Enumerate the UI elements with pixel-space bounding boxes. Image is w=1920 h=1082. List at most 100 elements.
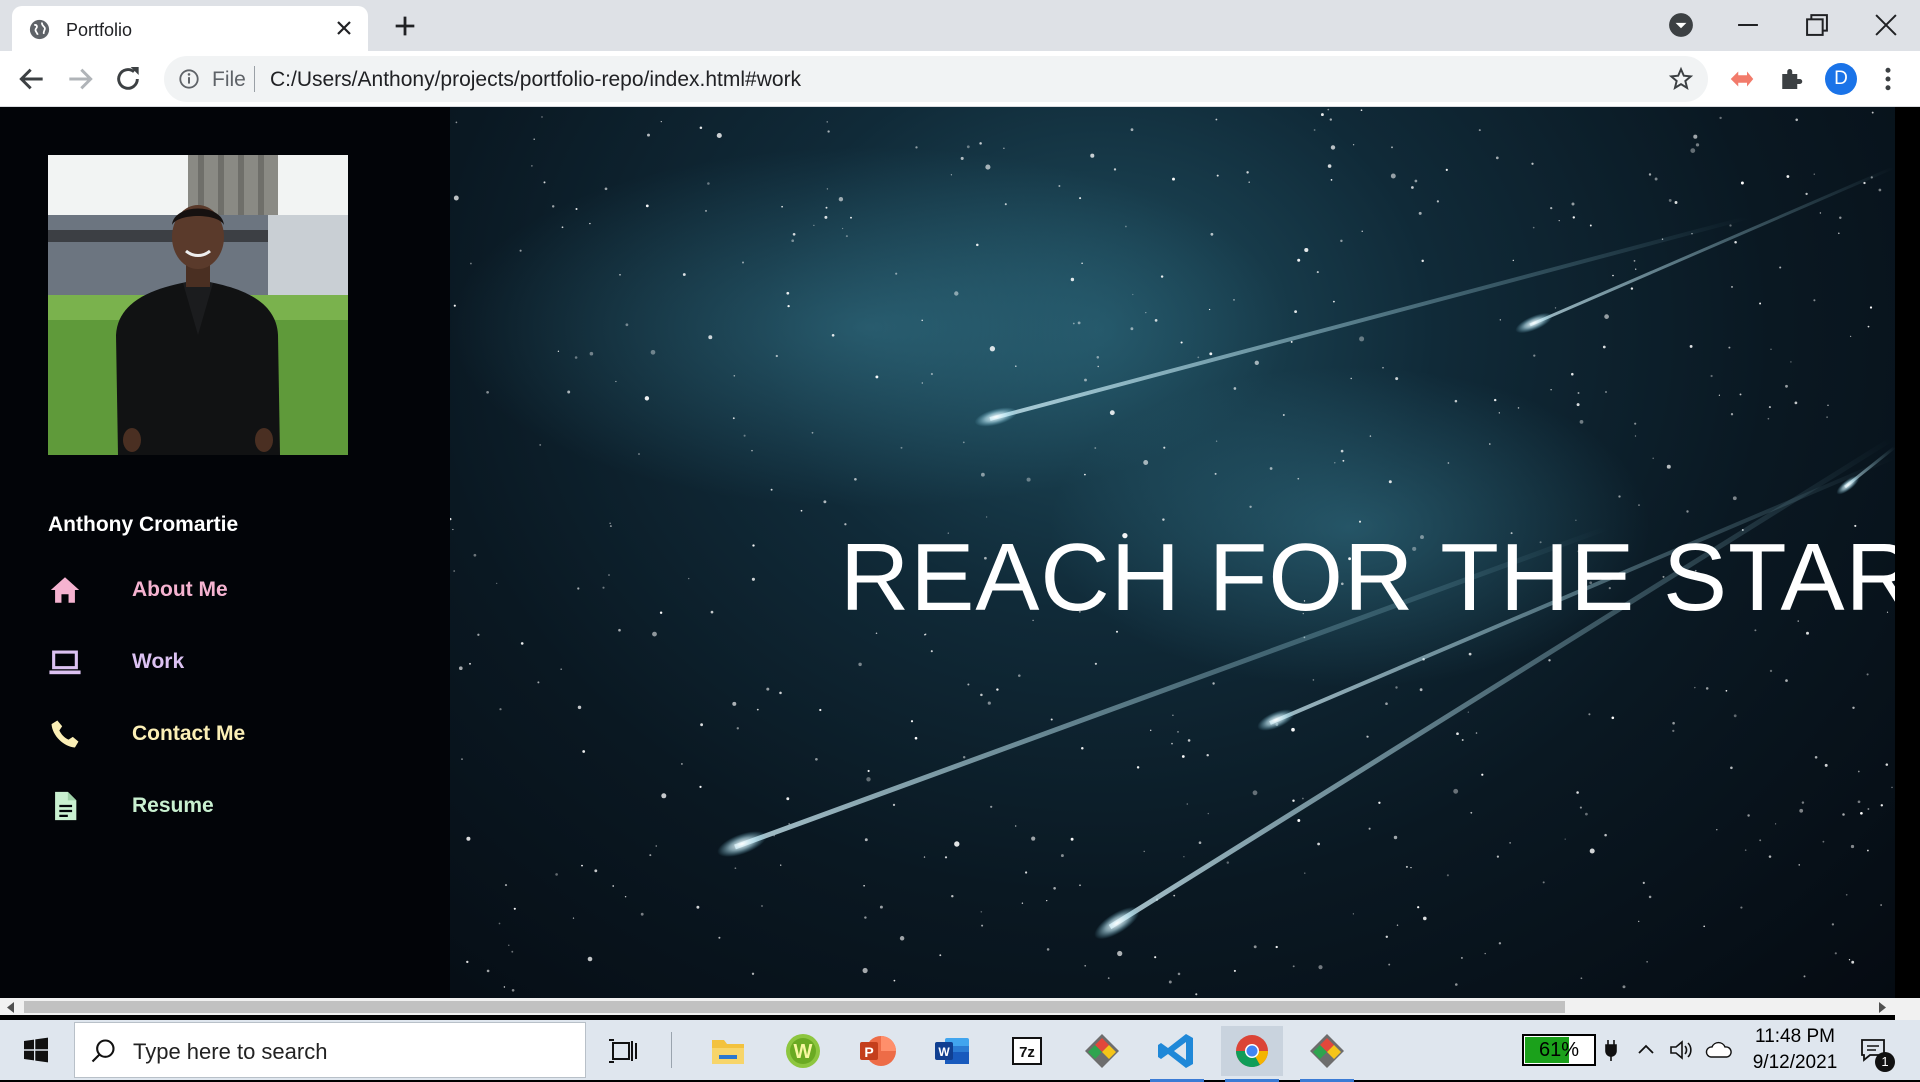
star xyxy=(1731,286,1733,288)
star xyxy=(1143,460,1149,465)
star xyxy=(1850,844,1855,849)
star xyxy=(1216,174,1219,177)
forward-arrow-icon[interactable] xyxy=(64,63,96,95)
star xyxy=(1215,118,1218,121)
power-plug-icon[interactable] xyxy=(1604,1038,1618,1062)
nav-item-contact-me[interactable]: Contact Me xyxy=(48,711,408,761)
star xyxy=(786,291,790,295)
battery-indicator[interactable]: 61% xyxy=(1522,1034,1596,1066)
star xyxy=(680,762,683,765)
wps-writer-icon[interactable]: W xyxy=(772,1026,834,1076)
nav-label-contact-me[interactable]: Contact Me xyxy=(132,722,245,746)
scroll-right-arrow-icon[interactable] xyxy=(1879,1002,1887,1013)
star xyxy=(707,182,710,185)
url-text[interactable]: C:/Users/Anthony/projects/portfolio-repo… xyxy=(270,68,801,92)
tab-strip: Portfolio xyxy=(0,0,1920,51)
close-window-icon[interactable] xyxy=(1869,8,1903,42)
minimize-icon[interactable] xyxy=(1731,8,1765,42)
onedrive-cloud-icon[interactable] xyxy=(1705,1038,1733,1062)
star xyxy=(1046,948,1050,951)
extensions-puzzle-icon[interactable] xyxy=(1776,64,1806,94)
horizontal-scrollbar[interactable] xyxy=(0,998,1895,1015)
nav-item-work[interactable]: Work xyxy=(48,639,408,689)
star xyxy=(1638,504,1640,506)
star xyxy=(1177,731,1179,733)
star xyxy=(1393,835,1398,840)
star xyxy=(1246,171,1249,174)
taskbar-separator xyxy=(671,1032,672,1068)
star xyxy=(705,209,707,212)
menu-kebab-icon[interactable] xyxy=(1873,64,1903,94)
star xyxy=(1826,416,1828,419)
clock-time[interactable]: 11:48 PM xyxy=(1740,1026,1850,1048)
star xyxy=(985,516,988,518)
star xyxy=(589,351,594,356)
star xyxy=(647,133,650,137)
nav-label-resume[interactable]: Resume xyxy=(132,794,214,818)
star xyxy=(827,130,830,133)
star xyxy=(615,380,617,383)
star xyxy=(751,449,753,452)
star xyxy=(863,885,865,887)
restore-icon[interactable] xyxy=(1800,8,1834,42)
star xyxy=(1729,224,1732,227)
word-icon[interactable]: W xyxy=(921,1026,983,1076)
profile-photo xyxy=(48,155,348,455)
back-arrow-icon[interactable] xyxy=(16,63,48,95)
horizontal-scrollbar-thumb[interactable] xyxy=(24,1001,1565,1013)
nav-item-about-me[interactable]: About Me xyxy=(48,567,408,617)
git-gui-icon[interactable] xyxy=(1071,1026,1133,1076)
star xyxy=(980,693,983,697)
close-tab-icon[interactable] xyxy=(332,16,356,40)
star xyxy=(604,187,608,191)
extension-cast-icon[interactable] xyxy=(1727,64,1757,94)
star xyxy=(732,417,735,420)
file-explorer-icon[interactable] xyxy=(697,1026,759,1076)
tab-search-icon[interactable] xyxy=(1668,12,1694,38)
star xyxy=(486,969,490,973)
star xyxy=(560,668,563,671)
clock-date[interactable]: 9/12/2021 xyxy=(1740,1052,1850,1074)
chevron-up-icon[interactable] xyxy=(1636,1040,1656,1060)
star xyxy=(1340,449,1344,453)
star xyxy=(1388,480,1392,484)
star xyxy=(1445,168,1448,171)
taskbar-search-box[interactable]: Type here to search xyxy=(74,1022,586,1078)
vscode-taskbar-button[interactable] xyxy=(1146,1026,1208,1082)
task-view-icon[interactable] xyxy=(593,1026,655,1076)
star xyxy=(1475,732,1478,734)
git-gui-taskbar-button[interactable] xyxy=(1296,1026,1358,1082)
chrome-taskbar-button[interactable] xyxy=(1221,1026,1283,1082)
info-icon[interactable] xyxy=(178,68,200,90)
volume-icon[interactable] xyxy=(1668,1038,1694,1062)
star xyxy=(733,375,736,377)
star xyxy=(921,319,923,322)
nav-label-about-me[interactable]: About Me xyxy=(132,578,228,602)
star xyxy=(966,145,970,149)
star xyxy=(608,574,610,576)
star xyxy=(1183,855,1185,858)
action-center-button[interactable]: 1 xyxy=(1855,1030,1895,1074)
bookmark-star-icon[interactable] xyxy=(1668,66,1694,92)
svg-text:W: W xyxy=(938,1045,950,1059)
scroll-left-arrow-icon[interactable] xyxy=(6,1002,14,1013)
7zip-icon[interactable]: 7z xyxy=(996,1026,1058,1076)
star xyxy=(1634,422,1637,425)
profile-avatar[interactable]: D xyxy=(1825,63,1857,95)
powerpoint-icon[interactable]: P xyxy=(846,1026,908,1076)
star xyxy=(612,885,615,887)
star xyxy=(1831,923,1835,926)
star xyxy=(543,181,546,184)
star xyxy=(900,446,903,449)
star xyxy=(1173,894,1176,897)
windows-start-icon[interactable] xyxy=(0,1020,72,1080)
address-bar[interactable]: File C:/Users/Anthony/projects/portfolio… xyxy=(164,56,1708,102)
new-tab-icon[interactable] xyxy=(391,12,419,40)
nav-item-resume[interactable]: Resume xyxy=(48,783,408,833)
star xyxy=(1866,849,1869,852)
browser-tab[interactable]: Portfolio xyxy=(12,6,368,51)
star xyxy=(1136,766,1140,769)
reload-icon[interactable] xyxy=(112,63,144,95)
star xyxy=(1334,462,1336,464)
nav-label-work[interactable]: Work xyxy=(132,650,184,674)
